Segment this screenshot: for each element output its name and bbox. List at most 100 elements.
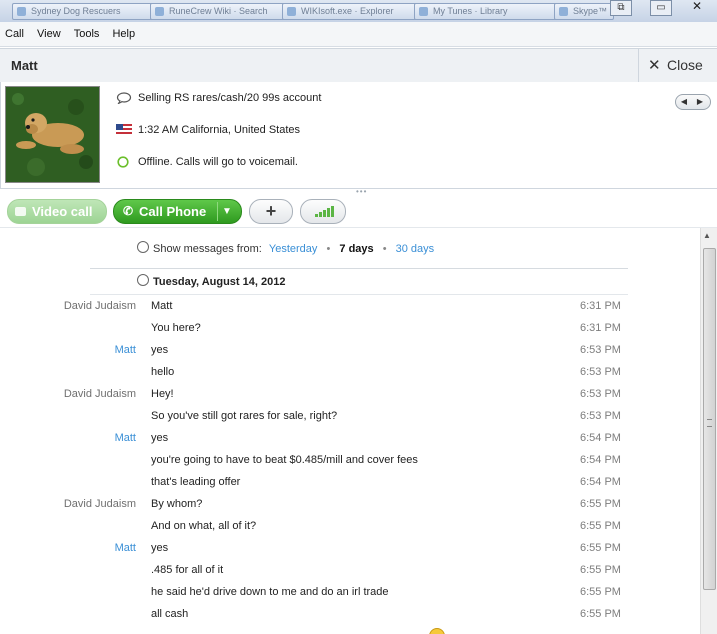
message-sender[interactable]: David Judaism bbox=[64, 498, 136, 510]
separator-dot: • bbox=[326, 243, 331, 255]
contact-header: Matt ✕ Close bbox=[0, 48, 717, 83]
message-row: he said he'd drive down to me and do an … bbox=[0, 586, 700, 608]
taskbar-item[interactable]: My Tunes · Library bbox=[414, 3, 564, 20]
scrollbar-thumb[interactable] bbox=[703, 248, 716, 590]
message-row: David Judaism Matt 6:31 PM bbox=[0, 300, 700, 322]
mood-row: Selling RS rares/cash/20 99s account bbox=[116, 92, 322, 105]
window-close-button[interactable]: ✕ bbox=[677, 0, 717, 14]
message-text: that's leading offer bbox=[151, 476, 241, 488]
message-text: you're going to have to beat $0.485/mill… bbox=[151, 454, 418, 466]
message-timestamp: 6:55 PM bbox=[580, 564, 621, 576]
menu-tools[interactable]: Tools bbox=[69, 22, 105, 46]
message-timestamp: 6:55 PM bbox=[580, 498, 621, 510]
scrollbar-grip bbox=[707, 419, 712, 427]
message-text: Matt bbox=[151, 300, 173, 312]
message-row: And on what, all of it? 6:55 PM bbox=[0, 520, 700, 542]
clock-icon bbox=[137, 274, 149, 286]
message-row: hello 6:53 PM bbox=[0, 366, 700, 388]
message-row: Matt yes 6:55 PM bbox=[0, 542, 700, 564]
date-header: Tuesday, August 14, 2012 bbox=[137, 274, 285, 288]
taskbar-item[interactable]: Sydney Dog Rescuers bbox=[12, 3, 160, 20]
chat-scrollbar[interactable]: ▲ bbox=[700, 228, 717, 634]
message-timestamp: 6:55 PM bbox=[580, 586, 621, 598]
call-quality-button[interactable] bbox=[300, 199, 346, 224]
chevron-right-icon[interactable]: ▶ bbox=[692, 95, 708, 109]
avatar[interactable] bbox=[5, 86, 100, 183]
filter-30-days-link[interactable]: 30 days bbox=[396, 243, 435, 255]
video-call-button[interactable]: Video call bbox=[7, 199, 107, 224]
menu-help[interactable]: Help bbox=[107, 22, 140, 46]
message-row: Matt yes 6:54 PM bbox=[0, 432, 700, 454]
offline-status-icon bbox=[117, 156, 129, 168]
message-text: all cash bbox=[151, 608, 189, 620]
message-text: By whom? bbox=[151, 498, 203, 510]
message-sender[interactable]: David Judaism bbox=[64, 388, 136, 400]
message-timestamp: 6:55 PM bbox=[580, 542, 621, 554]
add-people-button[interactable]: + bbox=[249, 199, 293, 224]
close-label: Close bbox=[667, 57, 703, 73]
close-conversation-button[interactable]: ✕ Close bbox=[638, 49, 717, 82]
message-sender[interactable]: David Judaism bbox=[64, 300, 136, 312]
video-call-label: Video call bbox=[32, 204, 93, 219]
scroll-up-arrow-icon[interactable]: ▲ bbox=[703, 231, 711, 240]
message-text: he said he'd drive down to me and do an … bbox=[151, 586, 389, 598]
message-text: yes bbox=[151, 344, 169, 356]
call-toolbar: Video call ✆ Call Phone ▼ + bbox=[0, 193, 717, 228]
message-timestamp: 6:53 PM bbox=[580, 366, 621, 378]
speech-bubble-icon bbox=[116, 92, 132, 105]
message-timestamp: 6:53 PM bbox=[580, 344, 621, 356]
contact-name: Matt bbox=[11, 58, 38, 73]
menu-call[interactable]: Call bbox=[0, 22, 29, 46]
profile-nav-arrows[interactable]: ◀ ▶ bbox=[675, 94, 711, 110]
divider bbox=[217, 202, 218, 221]
taskbar: Sydney Dog Rescuers RuneCrew Wiki · Sear… bbox=[0, 0, 717, 23]
restore-button[interactable]: ⧉ bbox=[610, 0, 632, 16]
message-text: yes bbox=[151, 432, 169, 444]
message-sender[interactable]: Matt bbox=[115, 432, 136, 444]
message-row: You here? 6:31 PM bbox=[0, 322, 700, 344]
filter-prefix: Show messages from: bbox=[153, 243, 262, 255]
video-camera-icon bbox=[15, 207, 26, 216]
close-icon: ✕ bbox=[648, 57, 661, 74]
clock-icon bbox=[137, 241, 149, 253]
message-row: that's leading offer 6:54 PM bbox=[0, 476, 700, 498]
menu-view[interactable]: View bbox=[32, 22, 66, 46]
taskbar-item[interactable]: Skype™ bbox=[554, 3, 614, 20]
mood-message: Selling RS rares/cash/20 99s account bbox=[138, 92, 322, 104]
chevron-left-icon[interactable]: ◀ bbox=[676, 95, 692, 109]
separator-dot: • bbox=[382, 243, 387, 255]
message-timestamp: 6:54 PM bbox=[580, 432, 621, 444]
call-phone-button[interactable]: ✆ Call Phone ▼ bbox=[113, 199, 242, 224]
taskbar-item[interactable]: WIKIsoft.exe · Explorer bbox=[282, 3, 424, 20]
message-row: Matt yes 6:53 PM bbox=[0, 344, 700, 366]
local-time: 1:32 AM California, United States bbox=[138, 124, 301, 136]
message-timestamp: 6:55 PM bbox=[580, 520, 621, 532]
profile-panel: Selling RS rares/cash/20 99s account 1:3… bbox=[0, 82, 717, 189]
online-status: Offline. Calls will go to voicemail. bbox=[138, 156, 298, 168]
chevron-down-icon[interactable]: ▼ bbox=[222, 200, 232, 223]
taskbar-item[interactable]: RuneCrew Wiki · Search bbox=[150, 3, 292, 20]
message-text: hello bbox=[151, 366, 175, 378]
message-timestamp: 6:53 PM bbox=[580, 410, 621, 422]
conversation-history[interactable]: Show messages from: Yesterday • 7 days •… bbox=[0, 228, 700, 634]
message-row: So you've still got rares for sale, righ… bbox=[0, 410, 700, 432]
message-sender[interactable]: Matt bbox=[115, 542, 136, 554]
date-header-text: Tuesday, August 14, 2012 bbox=[153, 276, 286, 288]
message-timestamp: 6:54 PM bbox=[580, 476, 621, 488]
minimize-button[interactable]: ▭ bbox=[650, 0, 672, 16]
message-text: Hey! bbox=[151, 388, 174, 400]
message-row: David Judaism Hey! 6:53 PM bbox=[0, 388, 700, 410]
message-row: David Judaism By whom? 6:55 PM bbox=[0, 498, 700, 520]
message-sender[interactable]: Matt bbox=[115, 344, 136, 356]
history-filter: Show messages from: Yesterday • 7 days •… bbox=[137, 241, 434, 255]
filter-7-days[interactable]: 7 days bbox=[339, 243, 373, 255]
message-timestamp: 6:53 PM bbox=[580, 388, 621, 400]
message-timestamp: 6:55 PM bbox=[580, 608, 621, 620]
message-row: you're going to have to beat $0.485/mill… bbox=[0, 454, 700, 476]
filter-yesterday-link[interactable]: Yesterday bbox=[269, 243, 318, 255]
divider bbox=[90, 268, 628, 269]
message-text: .485 for all of it bbox=[151, 564, 224, 576]
menubar: Call View Tools Help bbox=[0, 22, 717, 47]
message-timestamp: 6:31 PM bbox=[580, 322, 621, 334]
message-row: .485 for all of it 6:55 PM bbox=[0, 564, 700, 586]
